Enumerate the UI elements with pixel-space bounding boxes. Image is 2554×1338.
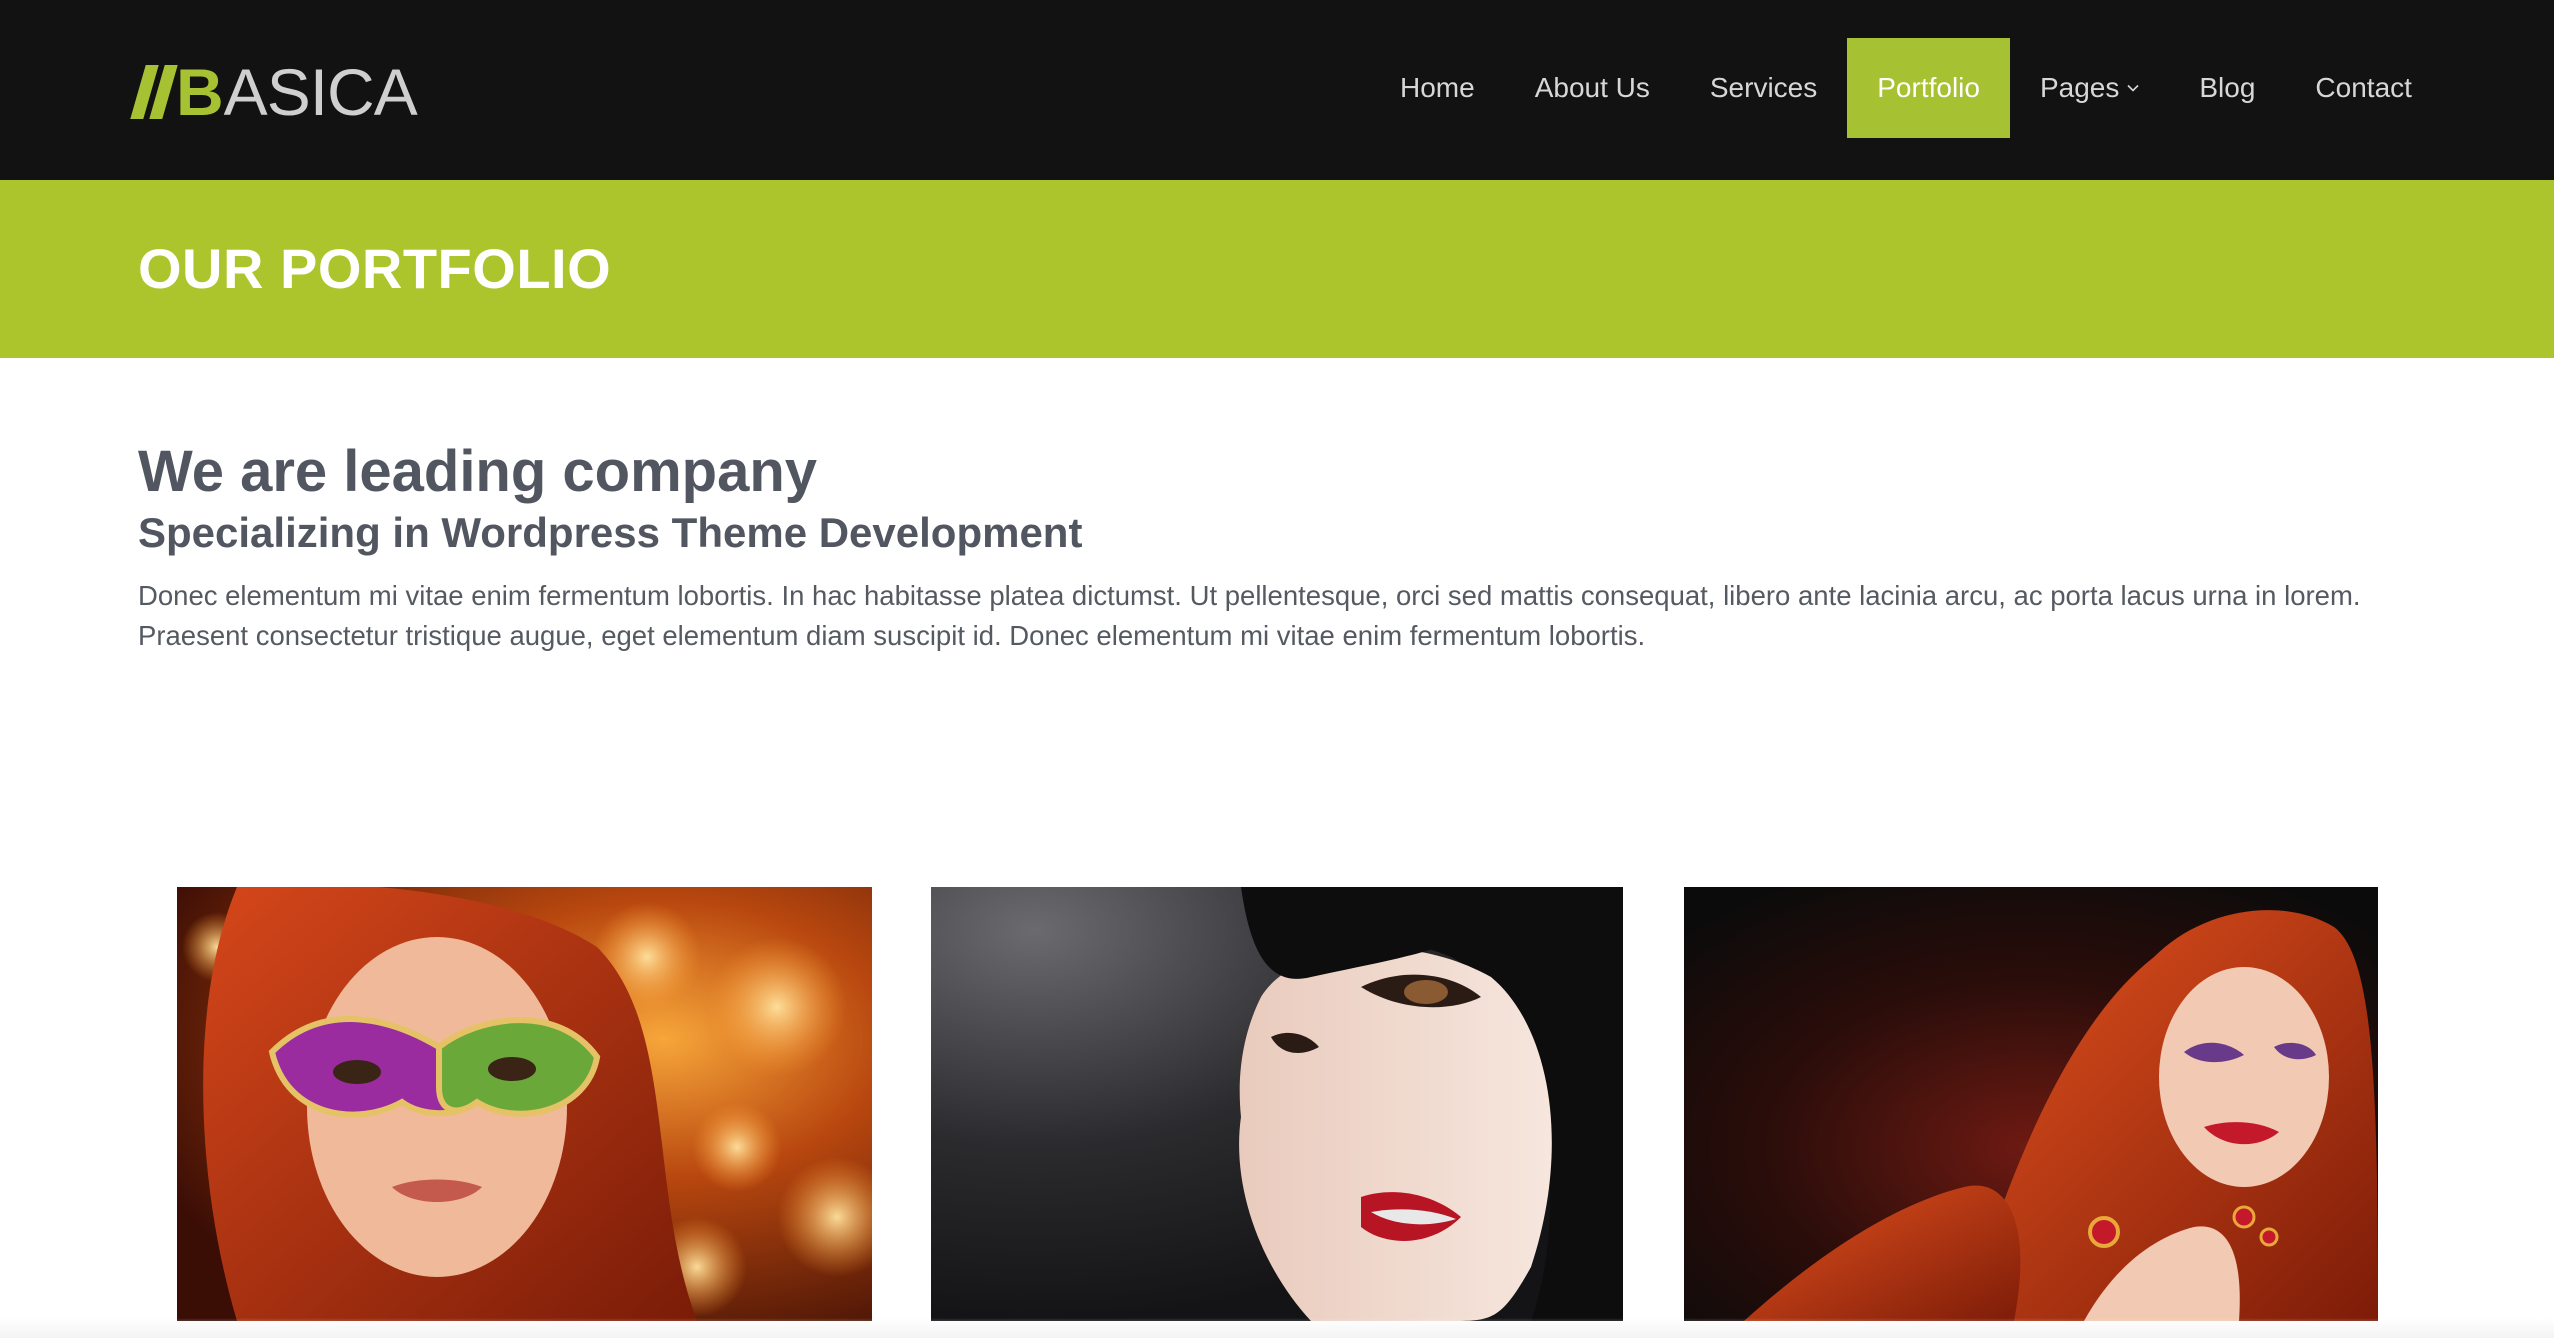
nav-item-about-us[interactable]: About Us [1505,38,1680,138]
photo-icon [1684,887,2378,1321]
nav-item-blog[interactable]: Blog [2169,38,2285,138]
nav-item-label: Pages [2039,72,2120,103]
portfolio-item[interactable] [1684,887,2378,1321]
nav-item-label: Services [1709,72,1818,103]
nav-item-home[interactable]: Home [1370,38,1505,138]
logo-slashes-icon [130,65,178,119]
nav-item-pages[interactable]: Pages [2010,38,2169,138]
nav-item-portfolio[interactable]: Portfolio [1847,38,2010,138]
logo-wordmark: ASICA [223,55,418,129]
nav-item-label: Portfolio [1877,72,1980,103]
main-nav: Home About Us Services Portfolio Pages B… [1370,38,2442,138]
portfolio-grid [177,887,2378,1321]
page-title: OUR PORTFOLIO [138,237,612,300]
nav-item-contact[interactable]: Contact [2285,38,2442,138]
page-bottom-edge [0,1318,2554,1338]
intro-paragraph: Donec elementum mi vitae enim fermentum … [138,576,2418,656]
intro-paragraph-line-2: Praesent consectetur tristique augue, eg… [138,620,1646,652]
nav-item-label: Home [1400,72,1475,103]
portfolio-item[interactable] [931,887,1623,1321]
nav-item-label: Blog [2199,72,2256,103]
page-title-band: OUR PORTFOLIO [0,180,2554,358]
intro-heading: We are leading company [138,439,818,504]
logo-initial: B [176,55,224,129]
nav-item-services[interactable]: Services [1680,38,1847,138]
intro-subheading: Specializing in Wordpress Theme Developm… [138,508,1083,556]
intro-paragraph-line-1: Donec elementum mi vitae enim fermentum … [138,580,2361,612]
site-logo[interactable]: B ASICA [130,55,418,129]
site-header: B ASICA Home About Us Services Portfolio… [0,0,2554,180]
chevron-down-icon [2127,84,2139,92]
nav-item-label: Contact [2315,72,2412,103]
photo-icon [931,887,1623,1321]
intro-section: We are leading company Specializing in W… [138,440,2418,656]
photo-icon [177,887,872,1321]
portfolio-item[interactable] [177,887,872,1321]
nav-item-label: About Us [1534,72,1650,103]
